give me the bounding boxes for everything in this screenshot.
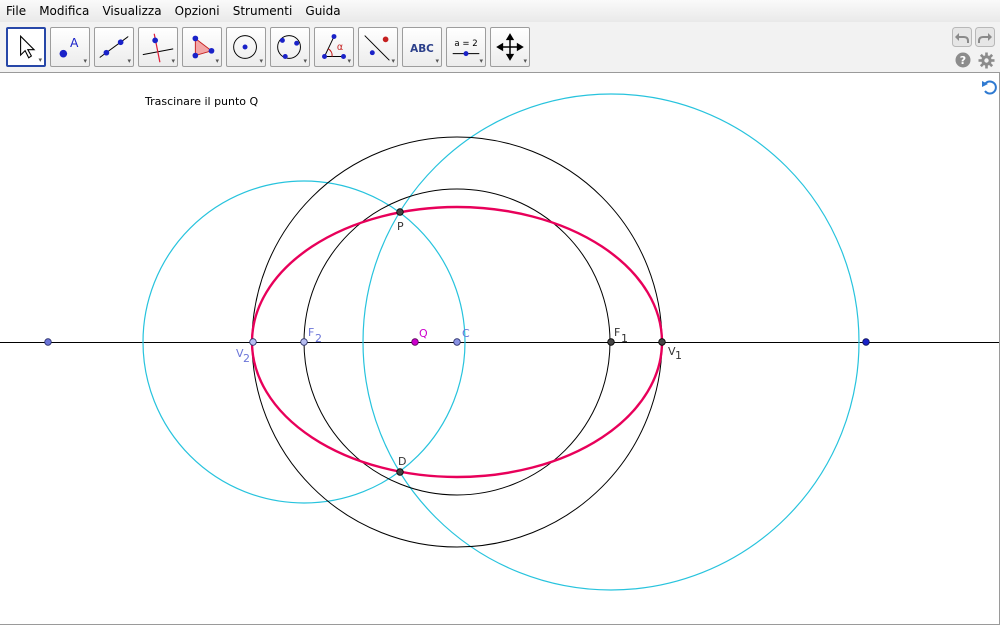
tool-circle[interactable]: ▾ (226, 27, 266, 67)
point-p[interactable] (396, 208, 404, 216)
label-f1-subscript: 1 (621, 332, 628, 345)
instruction-text: Trascinare il punto Q (144, 95, 259, 108)
point-right-axis[interactable] (862, 338, 870, 346)
undo-icon (952, 27, 972, 47)
label-d: D (398, 455, 406, 468)
refresh-view-icon[interactable] (982, 80, 997, 95)
point-v1[interactable] (658, 338, 666, 346)
undo-button[interactable] (952, 27, 972, 47)
point-f1[interactable] (607, 338, 615, 346)
menu-strumenti[interactable]: Strumenti (229, 0, 297, 22)
label-v2-subscript: 2 (243, 352, 250, 365)
menu-bar: File Modifica Visualizza Opzioni Strumen… (0, 0, 1000, 23)
svg-text:α: α (337, 42, 343, 53)
tool-angle[interactable]: α ▾ (314, 27, 354, 67)
tool-perpendicular[interactable]: ▾ (138, 27, 178, 67)
svg-text:a = 2: a = 2 (454, 39, 477, 49)
gear-icon (978, 52, 995, 69)
point-d[interactable] (396, 468, 404, 476)
svg-text:?: ? (960, 54, 966, 67)
menu-file[interactable]: File (2, 0, 30, 22)
redo-icon (975, 27, 995, 47)
menu-modifica[interactable]: Modifica (35, 0, 93, 22)
point-c[interactable] (453, 338, 461, 346)
help-icon: ? (955, 52, 971, 68)
toolbar: ▾ A ▾ ▾ ▾ ▾ ▾ ▾ α ▾ ▾ ABC ▾ a = 2 ▾ ▾ ? (0, 22, 1000, 73)
point-v2[interactable] (249, 338, 257, 346)
svg-text:ABC: ABC (410, 43, 434, 55)
tool-text[interactable]: ABC ▾ (402, 27, 442, 67)
help-button[interactable]: ? (955, 52, 971, 68)
label-f2-subscript: 2 (315, 332, 322, 345)
redo-button[interactable] (975, 27, 995, 47)
tool-point[interactable]: A ▾ (50, 27, 90, 67)
label-v1-subscript: 1 (675, 349, 682, 362)
tool-polygon[interactable]: ▾ (182, 27, 222, 67)
tool-slider[interactable]: a = 2 ▾ (446, 27, 486, 67)
label-q: Q (419, 327, 428, 340)
tool-move[interactable]: ▾ (6, 27, 46, 67)
point-f2[interactable] (300, 338, 308, 346)
menu-opzioni[interactable]: Opzioni (171, 0, 224, 22)
tool-move-graphics[interactable]: ▾ (490, 27, 530, 67)
settings-button[interactable] (978, 52, 995, 69)
label-f2: F (308, 326, 314, 339)
geometry-canvas[interactable]: Trascinare il punto Q P D Q C F 2 V 2 F … (0, 73, 999, 624)
graphics-view[interactable]: Trascinare il punto Q P D Q C F 2 V 2 F … (0, 73, 1000, 625)
point-left-axis[interactable] (44, 338, 52, 346)
menu-guida[interactable]: Guida (301, 0, 344, 22)
tool-reflect[interactable]: ▾ (358, 27, 398, 67)
label-c: C (462, 327, 470, 340)
tool-circle-three-points[interactable]: ▾ (270, 27, 310, 67)
svg-text:A: A (70, 36, 79, 50)
label-p: P (397, 220, 404, 233)
point-q[interactable] (411, 338, 419, 346)
tool-line[interactable]: ▾ (94, 27, 134, 67)
menu-visualizza[interactable]: Visualizza (98, 0, 165, 22)
label-f1: F (614, 326, 620, 339)
